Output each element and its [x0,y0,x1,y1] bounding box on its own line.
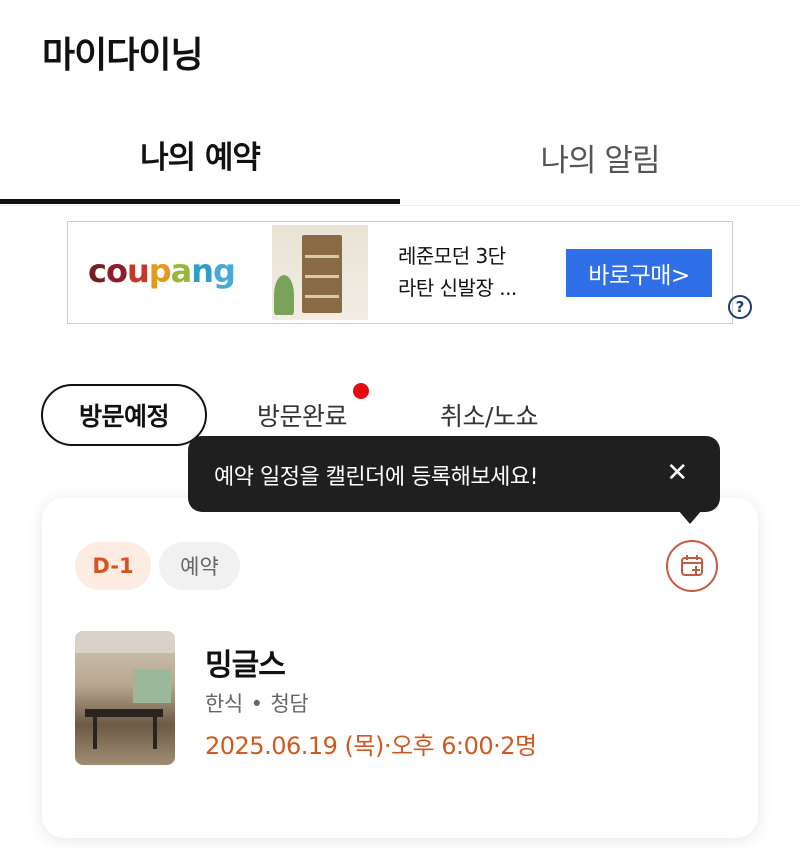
calendar-add-button[interactable] [666,540,718,592]
tab-my-reservations[interactable]: 나의 예약 [0,110,400,204]
restaurant-area: 청담 [270,692,309,716]
restaurant-meta: 한식 • 청담 [205,688,309,718]
ad-product-title: 레준모던 3단 라탄 신발장 ... [398,240,558,304]
ad-product-line1: 레준모던 3단 [398,244,506,268]
calendar-add-icon [681,555,703,576]
ad-product-line2: 라탄 신발장 ... [398,276,517,300]
ad-banner[interactable]: coupang 레준모던 3단 라탄 신발장 ... 바로구매> [67,221,733,324]
restaurant-category: 한식 [205,692,243,716]
dday-badge: D-1 [75,542,151,590]
restaurant-name[interactable]: 밍글스 [205,640,286,684]
tooltip-arrow [678,510,702,524]
filter-upcoming[interactable]: 방문예정 [41,384,207,446]
page-title: 마이다이닝 [42,35,204,76]
calendar-tooltip: 예약 일정을 캘린더에 등록해보세요! ✕ [188,436,720,524]
restaurant-thumbnail[interactable] [75,631,175,765]
reservation-card[interactable]: D-1 예약 밍글스 한식 • 청담 2025.06.19 (목)·오후 6:00·… [42,498,758,838]
buy-now-button[interactable]: 바로구매> [566,249,712,297]
question-circle-icon[interactable]: ? [728,295,752,319]
ad-product-image [272,225,368,320]
meta-separator: • [250,692,263,716]
tooltip-text: 예약 일정을 캘린더에 등록해보세요! [214,465,538,490]
coupang-logo: coupang [88,252,236,290]
reservation-datetime: 2025.06.19 (목)·오후 6:00·2명 [205,732,537,760]
tab-my-notifications[interactable]: 나의 알림 [400,110,800,204]
close-icon[interactable]: ✕ [662,458,692,488]
status-badge: 예약 [159,542,240,590]
notification-dot [353,383,369,399]
reservation-tabs: 나의 예약 나의 알림 [0,110,800,206]
